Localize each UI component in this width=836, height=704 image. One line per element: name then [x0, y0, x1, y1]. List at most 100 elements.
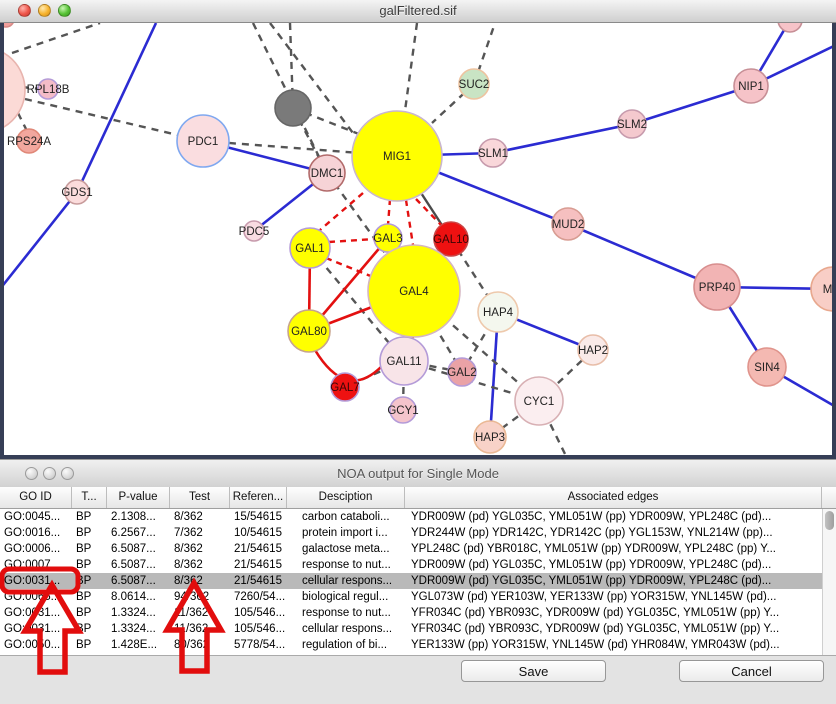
- table-row[interactable]: GO:0031...BP1.3324...11/362105/546...res…: [0, 605, 822, 621]
- table-row-selected[interactable]: GO:0031...BP6.5087...8/36221/54615cellul…: [0, 573, 822, 589]
- graph-node-label: GCY1: [387, 405, 418, 417]
- cell-associated_edges: YGL073W (pd) YER103W, YER133W (pp) YOR31…: [405, 589, 822, 605]
- column-header-filler: [822, 487, 836, 508]
- graph-node-label: HAP4: [483, 307, 514, 319]
- graph-node-RPL18B[interactable]: RPL18B: [27, 79, 70, 99]
- table-row[interactable]: GO:0031...BP1.3324...11/362105/546...cel…: [0, 621, 822, 637]
- graph-node-PDC1[interactable]: PDC1: [177, 115, 229, 167]
- vertical-scrollbar[interactable]: [822, 509, 836, 655]
- graph-node-topcut[interactable]: [778, 23, 802, 32]
- cell-test: 11/362: [170, 605, 230, 621]
- column-header-referen-[interactable]: Referen...: [230, 487, 287, 508]
- graph-node-label: PRP40: [699, 282, 735, 294]
- cell-associated_edges: YPL248C (pd) YBR018C, YML051W (pp) YDR00…: [405, 541, 822, 557]
- cell-test: 8/362: [170, 541, 230, 557]
- cell-p_value: 6.5087...: [107, 573, 170, 589]
- cell-reference: 105/546...: [230, 621, 287, 637]
- cell-associated_edges: YFR034C (pd) YBR093C, YDR009W (pd) YGL03…: [405, 605, 822, 621]
- graph-edge: [77, 23, 156, 192]
- column-header-go-id[interactable]: GO ID: [0, 487, 72, 508]
- noa-window: NOA output for Single Mode GO IDT...P-va…: [0, 459, 836, 704]
- graph-node-SIN4[interactable]: SIN4: [748, 348, 786, 386]
- results-table: GO IDT...P-valueTestReferen...Desciption…: [0, 487, 836, 656]
- cell-p_value: 6.5087...: [107, 541, 170, 557]
- cancel-button[interactable]: Cancel: [679, 660, 824, 682]
- graph-node-label: GAL11: [387, 356, 422, 368]
- graph-node-HAP4[interactable]: HAP4: [478, 292, 518, 332]
- table-row[interactable]: GO:0016...BP6.2567...7/36210/54615protei…: [0, 525, 822, 541]
- table-row[interactable]: GO:0007...BP6.5087...8/36221/54615respon…: [0, 557, 822, 573]
- noa-window-title: NOA output for Single Mode: [0, 466, 836, 481]
- cell-p_value: 8.0614...: [107, 589, 170, 605]
- graph-node-CYC1[interactable]: CYC1: [515, 377, 563, 425]
- graph-edge: [388, 199, 390, 225]
- cell-associated_edges: YFR034C (pd) YBR093C, YDR009W (pd) YGL03…: [405, 621, 822, 637]
- column-header-t-[interactable]: T...: [72, 487, 107, 508]
- graph-node-NIP1[interactable]: NIP1: [734, 69, 768, 103]
- graph-node-GCY1[interactable]: GCY1: [387, 397, 418, 423]
- cell-go_id: GO:0045...: [0, 509, 72, 525]
- column-header-associated-edges[interactable]: Associated edges: [405, 487, 822, 508]
- table-row[interactable]: GO:0045...BP2.1308...8/36215/54615carbon…: [0, 509, 822, 525]
- graph-node-GAL11[interactable]: GAL11: [380, 337, 428, 385]
- table-row[interactable]: GO:0050...BP1.428E...80/3625778/54...reg…: [0, 637, 822, 653]
- graph-node-label: NIP1: [738, 81, 764, 93]
- cell-test: 8/362: [170, 557, 230, 573]
- cell-reference: 21/54615: [230, 557, 287, 573]
- cell-description: galactose meta...: [287, 541, 405, 557]
- graph-node-RPS24A[interactable]: RPS24A: [7, 129, 51, 153]
- graph-node-SUC2[interactable]: SUC2: [459, 69, 490, 99]
- graph-node-MUD2[interactable]: MUD2: [552, 208, 585, 240]
- graph-node-GAL2[interactable]: GAL2: [447, 358, 476, 386]
- graph-node-SLM1[interactable]: SLM1: [478, 139, 508, 167]
- cell-reference: 15/54615: [230, 509, 287, 525]
- column-header-p-value[interactable]: P-value: [107, 487, 170, 508]
- table-row[interactable]: GO:0065...BP8.0614...94/3627260/54...bio…: [0, 589, 822, 605]
- cell-go_id: GO:0016...: [0, 525, 72, 541]
- graph-node-GAL4[interactable]: GAL4: [368, 245, 460, 337]
- graph-node-label: PDC1: [188, 136, 219, 148]
- graph-node-GAL7[interactable]: GAL7: [330, 373, 359, 401]
- column-header-test[interactable]: Test: [170, 487, 230, 508]
- table-row[interactable]: GO:0006...BP6.5087...8/36221/54615galact…: [0, 541, 822, 557]
- graph-node-MIG1[interactable]: MIG1: [352, 111, 442, 201]
- column-header-desciption[interactable]: Desciption: [287, 487, 405, 508]
- graph-node-label: GAL7: [330, 382, 359, 394]
- graph-node-corner[interactable]: [4, 23, 14, 27]
- scrollbar-thumb[interactable]: [825, 511, 834, 530]
- cell-test: 94/362: [170, 589, 230, 605]
- cell-description: regulation of bi...: [287, 637, 405, 653]
- graph-node-GAL1[interactable]: GAL1: [290, 228, 330, 268]
- graph-node-GDS1[interactable]: GDS1: [61, 180, 92, 204]
- graph-node-MSI[interactable]: MSI: [811, 267, 832, 311]
- cell-associated_edges: YDR244W (pp) YDR142C, YDR142C (pp) YGL15…: [405, 525, 822, 541]
- cell-type: BP: [72, 589, 107, 605]
- graph-node-bigleft[interactable]: [4, 47, 25, 133]
- graph-edge: [329, 239, 374, 242]
- graph-node-label: CYC1: [524, 396, 555, 408]
- cell-type: BP: [72, 605, 107, 621]
- save-button[interactable]: Save: [461, 660, 606, 682]
- graph-node-label: RPS24A: [7, 136, 51, 148]
- cell-associated_edges: YER133W (pp) YOR315W, YNL145W (pd) YHR08…: [405, 637, 822, 653]
- cell-type: BP: [72, 637, 107, 653]
- noa-titlebar[interactable]: NOA output for Single Mode: [0, 459, 836, 488]
- graph-node-DMC1[interactable]: DMC1: [309, 155, 345, 191]
- graph-node-GAL80[interactable]: GAL80: [288, 310, 330, 352]
- cell-reference: 5778/54...: [230, 637, 287, 653]
- graph-node-label: HAP3: [475, 432, 505, 444]
- graph-node-SLM2[interactable]: SLM2: [617, 110, 647, 138]
- graph-node-GAL10[interactable]: GAL10: [433, 222, 469, 256]
- graph-edge: [326, 258, 373, 277]
- graph-node-PRP40[interactable]: PRP40: [694, 264, 740, 310]
- graph-node-HAP2[interactable]: HAP2: [578, 335, 608, 365]
- network-titlebar[interactable]: galFiltered.sif: [0, 0, 836, 23]
- graph-edge: [568, 224, 717, 287]
- graph-node-label: MUD2: [552, 219, 585, 231]
- cell-reference: 10/54615: [230, 525, 287, 541]
- network-canvas[interactable]: RPL18B RPS24A GDS1 PDC1 DMC1MIG1 SUC2 SLM1 SLM2…: [4, 23, 832, 455]
- cell-go_id: GO:0065...: [0, 589, 72, 605]
- graph-node-gray[interactable]: [275, 90, 311, 126]
- screen: RPL18B RPS24A GDS1 PDC1 DMC1MIG1 SUC2 SLM1 SLM2…: [0, 0, 836, 704]
- graph-node-HAP3[interactable]: HAP3: [474, 421, 506, 453]
